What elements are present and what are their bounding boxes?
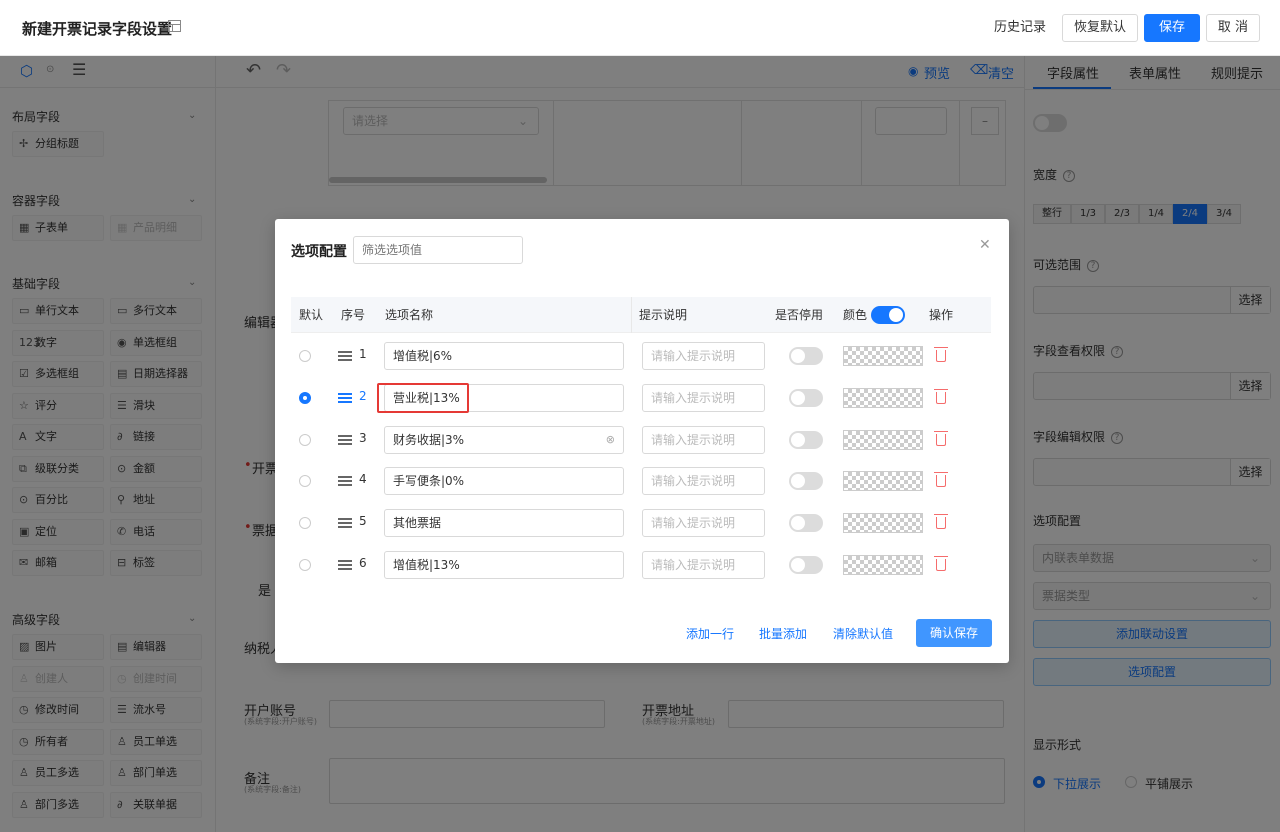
hint-input[interactable]: 请输入提示说明 — [642, 467, 765, 496]
batch-add-button[interactable]: 批量添加 — [759, 625, 807, 642]
drag-handle-icon[interactable] — [338, 351, 352, 361]
option-name-input[interactable]: 手写便条|0% — [384, 467, 624, 496]
filter-input[interactable] — [353, 236, 523, 264]
option-name-input[interactable]: 增值税|13% — [384, 551, 624, 579]
color-toggle[interactable] — [871, 306, 905, 324]
option-name-value: 财务收据|3% — [393, 432, 465, 447]
hint-placeholder: 请输入提示说明 — [651, 516, 736, 531]
hint-input[interactable]: 请输入提示说明 — [642, 425, 765, 454]
option-name-value: 增值税|13% — [393, 558, 460, 572]
option-table-header: 默认 序号 选项名称 提示说明 是否停用 颜色 操作 — [291, 297, 991, 333]
row-index: 3 — [359, 430, 367, 445]
drag-handle-icon[interactable] — [338, 518, 352, 529]
disable-toggle[interactable] — [789, 388, 823, 407]
trash-icon[interactable] — [934, 556, 948, 571]
trash-icon[interactable] — [934, 347, 948, 362]
layout-icon[interactable] — [168, 20, 181, 32]
history-button[interactable]: 历史记录 — [994, 14, 1046, 42]
option-name-input[interactable]: 增值税|6% — [384, 342, 624, 370]
clear-input-icon[interactable]: ⊗ — [606, 427, 615, 453]
color-swatch[interactable] — [843, 555, 923, 575]
modal-title: 选项配置 — [291, 244, 347, 260]
hint-placeholder: 请输入提示说明 — [651, 349, 736, 363]
row-index: 4 — [359, 472, 367, 487]
color-swatch[interactable] — [843, 387, 923, 408]
disable-toggle[interactable] — [789, 472, 823, 491]
default-radio[interactable] — [299, 559, 311, 571]
disable-toggle[interactable] — [789, 556, 823, 574]
hint-placeholder: 请输入提示说明 — [651, 474, 736, 489]
app-header: 新建开票记录字段设置 历史记录 恢复默认 保存 取 消 — [0, 0, 1280, 56]
default-radio[interactable] — [299, 433, 311, 446]
restore-default-button[interactable]: 恢复默认 — [1062, 14, 1138, 42]
default-radio[interactable] — [299, 517, 311, 530]
color-swatch[interactable] — [843, 471, 923, 492]
drag-handle-icon[interactable] — [338, 434, 352, 445]
hint-placeholder: 请输入提示说明 — [651, 558, 736, 572]
confirm-save-button[interactable]: 确认保存 — [916, 619, 992, 647]
default-radio[interactable] — [299, 350, 311, 362]
hint-input[interactable]: 请输入提示说明 — [642, 342, 765, 370]
row-index: 1 — [359, 347, 367, 361]
page-title: 新建开票记录字段设置 — [22, 20, 173, 38]
drag-handle-icon[interactable] — [338, 560, 352, 570]
hint-input[interactable]: 请输入提示说明 — [642, 383, 765, 412]
trash-icon[interactable] — [934, 388, 948, 404]
option-name-value: 其他票据 — [393, 516, 442, 531]
row-index: 6 — [359, 556, 367, 570]
disable-toggle[interactable] — [789, 347, 823, 365]
color-swatch[interactable] — [843, 429, 923, 450]
default-radio[interactable] — [299, 475, 311, 488]
hint-input[interactable]: 请输入提示说明 — [642, 551, 765, 579]
option-name-value: 手写便条|0% — [393, 474, 465, 489]
hint-placeholder: 请输入提示说明 — [651, 390, 736, 405]
color-swatch[interactable] — [843, 346, 923, 366]
disable-toggle[interactable] — [789, 514, 823, 533]
hint-placeholder: 请输入提示说明 — [651, 432, 736, 447]
drag-handle-icon[interactable] — [338, 476, 352, 487]
cancel-button[interactable]: 取 消 — [1206, 14, 1260, 42]
clear-default-button[interactable]: 清除默认值 — [833, 625, 893, 642]
add-row-button[interactable]: 添加一行 — [686, 625, 734, 642]
trash-icon[interactable] — [934, 472, 948, 488]
row-index: 2 — [359, 388, 367, 403]
color-swatch[interactable] — [843, 513, 923, 534]
disable-toggle[interactable] — [789, 430, 823, 449]
option-name-input[interactable]: 其他票据 — [384, 509, 624, 538]
close-icon[interactable]: ✕ — [979, 237, 991, 253]
option-config-modal: 选项配置 ✕ 默认 序号 选项名称 提示说明 是否停用 颜色 操作 1 增值税|6… — [275, 219, 1009, 663]
highlight-box — [377, 383, 469, 413]
option-name-input[interactable]: 财务收据|3% ⊗ — [384, 425, 624, 454]
default-radio[interactable] — [299, 391, 311, 404]
hint-input[interactable]: 请输入提示说明 — [642, 509, 765, 538]
option-name-value: 增值税|6% — [393, 349, 453, 363]
trash-icon[interactable] — [934, 430, 948, 446]
drag-handle-icon[interactable] — [338, 392, 352, 403]
save-button[interactable]: 保存 — [1144, 14, 1200, 42]
row-index: 5 — [359, 514, 367, 529]
trash-icon[interactable] — [934, 514, 948, 530]
